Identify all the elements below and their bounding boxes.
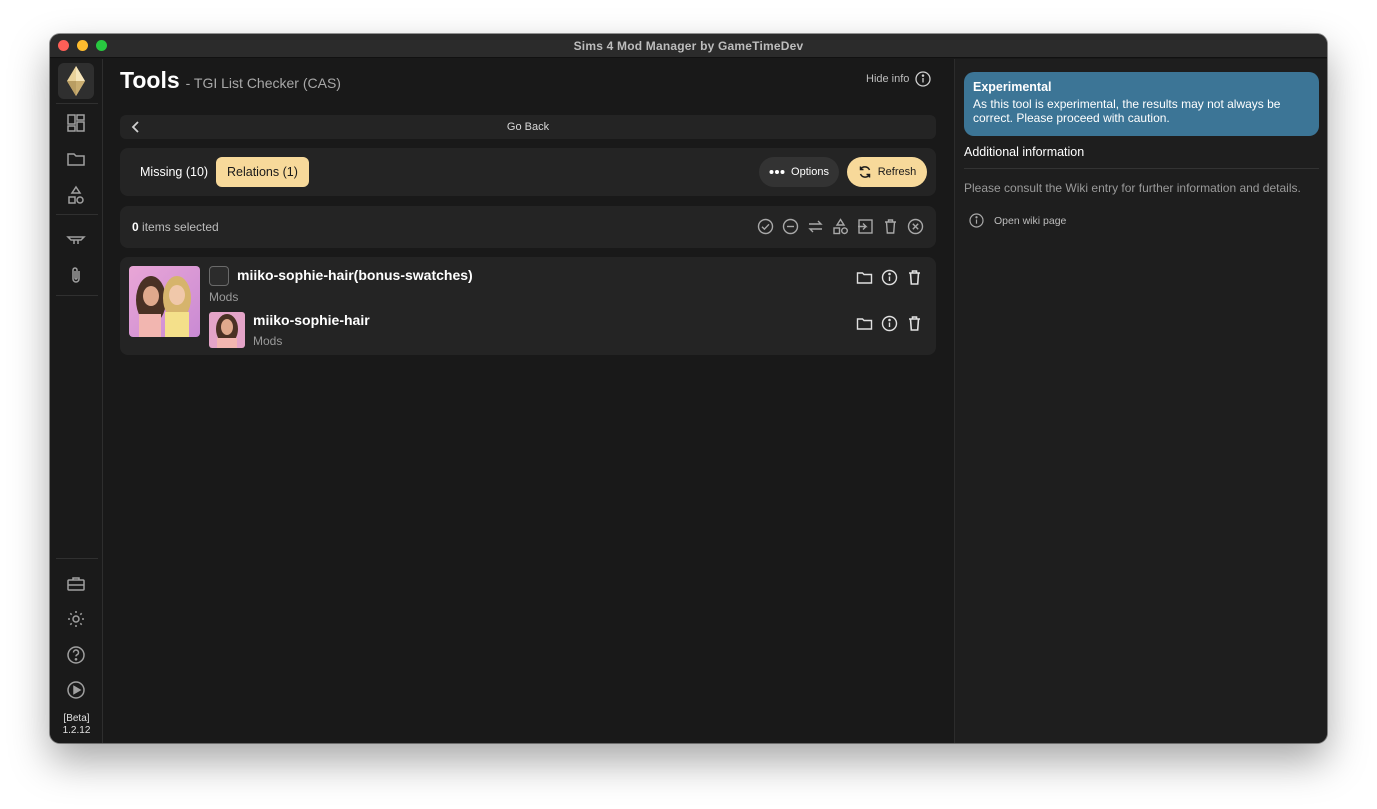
select-all-icon[interactable] [756, 217, 775, 236]
info-icon[interactable] [880, 268, 899, 287]
hide-info-toggle[interactable]: Hide info [866, 71, 932, 87]
trash-icon[interactable] [905, 314, 924, 333]
info-icon [969, 213, 984, 228]
tray-icon[interactable] [64, 227, 88, 251]
plumbob-logo[interactable] [58, 63, 94, 99]
selection-bar: 0 items selected [120, 206, 936, 248]
sidebar: [Beta] 1.2.12 [50, 59, 103, 743]
item-checkbox[interactable] [209, 266, 229, 286]
more-dots-icon [769, 170, 785, 174]
go-back-button[interactable]: Go Back [120, 115, 936, 139]
refresh-icon [859, 166, 870, 178]
additional-info-heading: Additional information [964, 145, 1085, 159]
options-button[interactable]: Options [759, 157, 839, 187]
open-folder-icon[interactable] [855, 314, 874, 333]
related-item-thumbnail [209, 312, 245, 348]
shapes-icon[interactable] [64, 183, 88, 207]
minimize-window-button[interactable] [77, 40, 88, 51]
experimental-body: As this tool is experimental, the result… [973, 97, 1281, 125]
trash-icon[interactable] [905, 268, 924, 287]
item-name: miiko-sophie-hair(bonus-swatches) [237, 267, 473, 283]
tab-relations[interactable]: Relations (1) [216, 157, 309, 187]
info-icon [915, 71, 932, 87]
main-content: Tools - TGI List Checker (CAS) Hide info… [104, 59, 954, 743]
window-controls [58, 40, 107, 51]
deselect-icon[interactable] [781, 217, 800, 236]
maximize-window-button[interactable] [96, 40, 107, 51]
open-folder-icon[interactable] [855, 268, 874, 287]
tab-missing[interactable]: Missing (10) [129, 157, 219, 187]
selection-count: 0 items selected [132, 220, 219, 234]
folder-icon[interactable] [64, 147, 88, 171]
refresh-label: Refresh [877, 166, 917, 178]
relation-card: miiko-sophie-hair(bonus-swatches) Mods m… [120, 257, 936, 355]
sidebar-divider [56, 558, 98, 559]
version-info: [Beta] 1.2.12 [50, 713, 103, 737]
page-title: Tools - TGI List Checker (CAS) [120, 67, 341, 94]
version-label: [Beta] [63, 713, 90, 724]
item-thumbnail [129, 266, 200, 337]
swap-icon[interactable] [806, 217, 825, 236]
page-subtitle: - TGI List Checker (CAS) [185, 75, 341, 91]
open-wiki-label: Open wiki page [994, 214, 1067, 227]
sidebar-divider [56, 103, 98, 104]
experimental-notice: Experimental As this tool is experimenta… [964, 72, 1319, 136]
options-label: Options [791, 166, 829, 178]
refresh-button[interactable]: Refresh [847, 157, 927, 187]
toolbox-icon[interactable] [64, 572, 88, 596]
chevron-left-icon [131, 121, 139, 133]
related-item-location: Mods [253, 334, 283, 348]
info-icon[interactable] [880, 314, 899, 333]
hide-info-label: Hide info [866, 73, 910, 85]
related-item-name: miiko-sophie-hair [253, 312, 370, 328]
experimental-title: Experimental [973, 80, 1052, 94]
paperclip-icon[interactable] [64, 263, 88, 287]
cancel-icon[interactable] [906, 217, 925, 236]
dashboard-icon[interactable] [64, 111, 88, 135]
sidebar-divider [56, 295, 98, 296]
divider [964, 168, 1319, 169]
info-panel: Experimental As this tool is experimenta… [954, 59, 1327, 743]
move-icon[interactable] [856, 217, 875, 236]
tab-bar: Missing (10) Relations (1) Options Refre… [120, 148, 936, 196]
app-window: Sims 4 Mod Manager by GameTimeDev [Beta]… [50, 34, 1327, 743]
plumbob-icon [67, 66, 85, 96]
related-item-actions [855, 314, 924, 333]
version-number: 1.2.12 [62, 725, 91, 736]
item-actions [855, 268, 924, 287]
go-back-label: Go Back [506, 121, 550, 133]
trash-icon[interactable] [881, 217, 900, 236]
help-icon[interactable] [64, 643, 88, 667]
shapes-icon[interactable] [831, 217, 850, 236]
title-bar: Sims 4 Mod Manager by GameTimeDev [50, 34, 1327, 58]
consult-text: Please consult the Wiki entry for furthe… [964, 181, 1301, 195]
selected-count: 0 [132, 220, 139, 234]
page-title-main: Tools [120, 67, 180, 93]
item-location: Mods [209, 290, 239, 304]
sidebar-divider [56, 214, 98, 215]
selected-label: items selected [142, 220, 219, 234]
close-window-button[interactable] [58, 40, 69, 51]
bulk-actions [756, 217, 925, 236]
gear-icon[interactable] [64, 607, 88, 631]
play-icon[interactable] [64, 678, 88, 702]
open-wiki-link[interactable]: Open wiki page [969, 213, 1066, 228]
window-title: Sims 4 Mod Manager by GameTimeDev [573, 38, 804, 53]
